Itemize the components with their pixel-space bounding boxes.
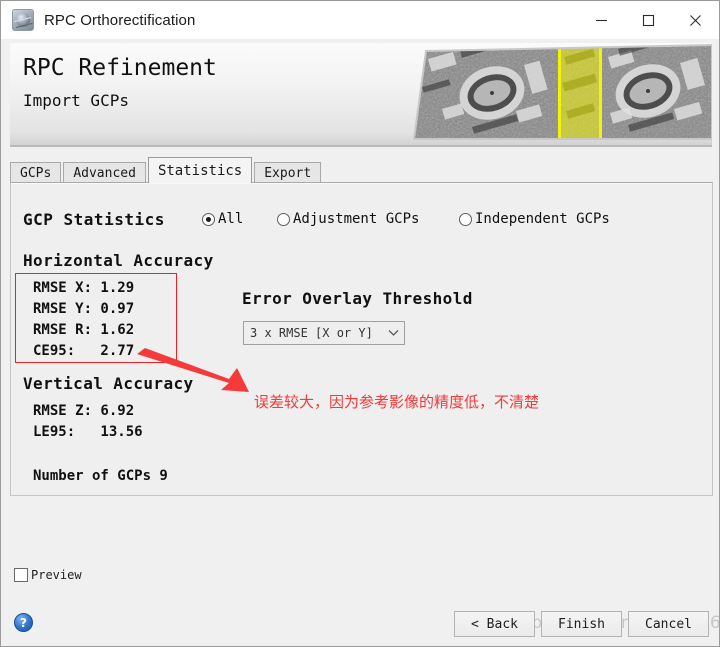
help-icon-label: ? [20, 615, 27, 630]
stat-rmse-r: RMSE R: 1.62 [33, 322, 135, 338]
finish-button-label: Finish [558, 616, 605, 632]
wizard-banner: RPC Refinement Import GCPs [10, 43, 712, 147]
globe-icon [12, 9, 34, 31]
cancel-button-label: Cancel [645, 616, 692, 632]
stat-ce95: CE95: 2.77 [33, 343, 135, 359]
tab-statistics[interactable]: Statistics [147, 157, 253, 183]
help-icon[interactable]: ? [14, 613, 33, 632]
radio-all-indicator [202, 212, 215, 226]
maximize-button[interactable] [625, 1, 672, 39]
error-overlay-threshold-label: Error Overlay Threshold [242, 289, 473, 308]
error-overlay-threshold-value: 3 x RMSE [X or Y] [250, 326, 373, 340]
preview-checkbox-row[interactable]: Preview [14, 568, 82, 582]
preview-label: Preview [31, 568, 82, 582]
wizard-button-row: < Back Finish Cancel [454, 611, 709, 637]
tab-advanced[interactable]: Advanced [63, 162, 146, 183]
satellite-stadium-imagery [412, 43, 712, 145]
tab-gcps-label: GCPs [20, 165, 52, 181]
vertical-accuracy-heading: Vertical Accuracy [23, 374, 194, 393]
back-button-label: < Back [471, 616, 518, 632]
gcp-statistics-label: GCP Statistics [23, 210, 165, 229]
radio-adjustment-gcps-label: Adjustment GCPs [293, 211, 420, 227]
error-overlay-threshold-select[interactable]: 3 x RMSE [X or Y] [243, 321, 405, 345]
radio-adjustment-gcps[interactable]: Adjustment GCPs [277, 211, 419, 227]
stat-rmse-x: RMSE X: 1.29 [33, 280, 135, 296]
cancel-button[interactable]: Cancel [628, 611, 709, 637]
tab-advanced-label: Advanced [73, 165, 136, 181]
chevron-down-icon [382, 329, 404, 337]
title-bar: RPC Orthorectification [1, 1, 719, 39]
radio-all-label: All [218, 211, 244, 227]
window-title: RPC Orthorectification [44, 11, 196, 29]
radio-independent-gcps-label: Independent GCPs [475, 211, 610, 227]
back-button[interactable]: < Back [454, 611, 535, 637]
radio-adjustment-gcps-indicator [277, 212, 290, 226]
annotation-text: 误差较大，因为参考影像的精度低，不清楚 [254, 393, 540, 411]
banner-subtitle: Import GCPs [23, 91, 129, 110]
stat-le95: LE95: 13.56 [33, 424, 143, 440]
finish-button[interactable]: Finish [541, 611, 622, 637]
tab-export[interactable]: Export [254, 162, 322, 183]
radio-independent-gcps[interactable]: Independent GCPs [459, 211, 610, 227]
stat-rmse-y: RMSE Y: 0.97 [33, 301, 135, 317]
statistics-panel: GCP Statistics All Adjustment GCPs Indep… [10, 182, 713, 496]
tab-export-label: Export [264, 165, 312, 181]
tab-strip: GCPs Advanced Statistics Export [10, 157, 713, 183]
preview-checkbox[interactable] [14, 568, 28, 582]
tab-statistics-label: Statistics [157, 162, 243, 179]
close-button[interactable] [672, 1, 719, 39]
minimize-button[interactable] [578, 1, 625, 39]
radio-independent-gcps-indicator [459, 212, 472, 226]
banner-title: RPC Refinement [23, 55, 217, 81]
radio-all[interactable]: All [202, 211, 243, 227]
horizontal-accuracy-heading: Horizontal Accuracy [23, 251, 214, 270]
gcp-count-line: Number of GCPs 9 [33, 468, 168, 484]
stat-rmse-z: RMSE Z: 6.92 [33, 403, 135, 419]
rpc-orthorectification-window: RPC Orthorectification RPC Refinement Im… [0, 0, 720, 647]
window-controls [578, 1, 719, 39]
tab-gcps[interactable]: GCPs [10, 162, 62, 183]
